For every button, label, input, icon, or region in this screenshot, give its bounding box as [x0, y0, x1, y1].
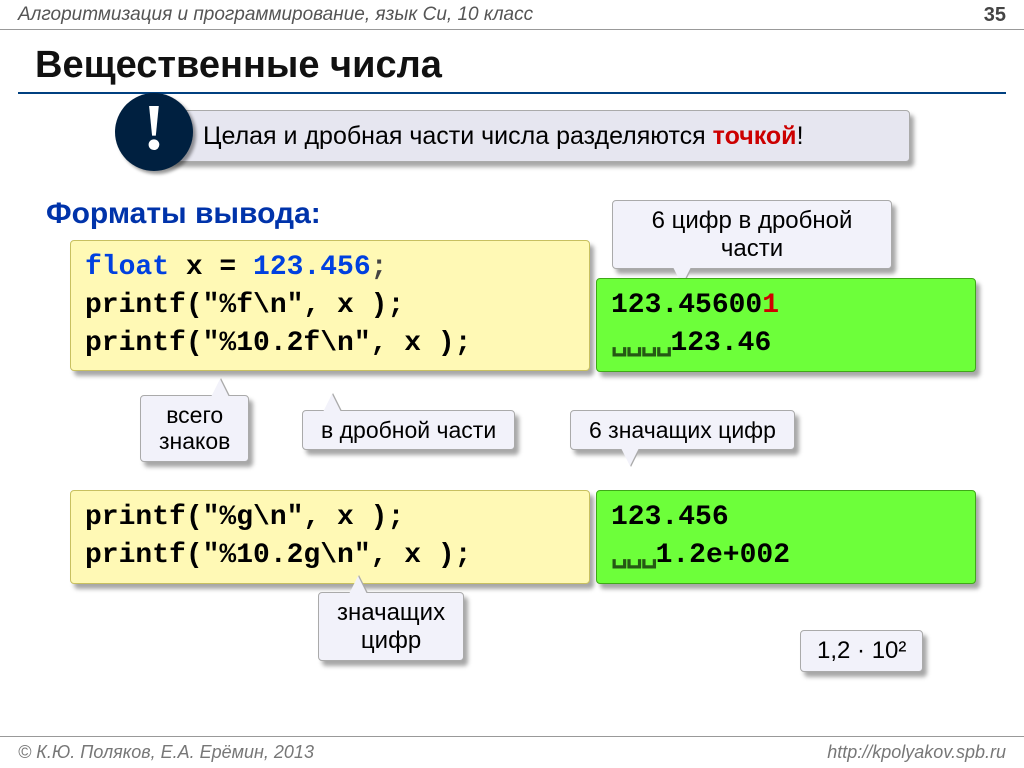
slide-title: Вещественные числа	[35, 44, 442, 87]
bubble-bottom-text: значащих цифр	[337, 599, 445, 654]
footer-left: © К.Ю. Поляков, Е.А. Ерёмин, 2013	[18, 742, 314, 763]
page-number: 35	[984, 4, 1006, 27]
code1-line3: printf("%10.2f\n", x );	[85, 328, 471, 359]
out1-line1b: 1	[762, 290, 779, 321]
code2-line1: printf("%g\n", x );	[85, 502, 404, 533]
out2-line1: 123.456	[611, 499, 961, 537]
bubble-top-text: 6 цифр в дробной части	[631, 207, 873, 262]
bubble-tail-icon	[349, 576, 367, 594]
sci-notation-text: 1,2 · 10²	[817, 637, 906, 664]
bubble-mid-3-text: 6 значащих цифр	[589, 417, 776, 443]
bubble-tail-icon	[211, 379, 229, 397]
bubble-mid-1: всего знаков	[140, 395, 249, 462]
note-callout: ! Целая и дробная части числа разделяютс…	[140, 110, 910, 162]
title-rule	[18, 92, 1006, 94]
bubble-mid-2-text: в дробной части	[321, 417, 496, 443]
out2-pad: ␣␣␣	[611, 540, 656, 571]
code1-semi: ;	[371, 252, 388, 283]
code1-keyword: float	[85, 252, 169, 283]
out1-line1a: 123.45600	[611, 290, 762, 321]
note-text: Целая и дробная части числа разделяются	[203, 122, 713, 150]
slide-footer: © К.Ю. Поляков, Е.А. Ерёмин, 2013 http:/…	[0, 736, 1024, 768]
code1-decl: x =	[169, 252, 253, 283]
section-subhead: Форматы вывода:	[46, 197, 321, 231]
output-block-1: 123.456001 ␣␣␣␣123.46	[596, 278, 976, 372]
out1-pad: ␣␣␣␣	[611, 328, 670, 359]
output-block-2: 123.456 ␣␣␣1.2e+002	[596, 490, 976, 584]
footer-right: http://kpolyakov.spb.ru	[827, 742, 1006, 763]
bubble-bottom: значащих цифр	[318, 592, 464, 661]
bubble-mid-3: 6 значащих цифр	[570, 410, 795, 450]
out1-line2: 123.46	[670, 328, 771, 359]
note-accent: точкой	[713, 122, 797, 150]
slide-header: Алгоритмизация и программирование, язык …	[0, 0, 1024, 30]
code1-value: 123.456	[253, 252, 371, 283]
bubble-tail-icon	[323, 394, 341, 412]
out2-line2: 1.2e+002	[656, 540, 790, 571]
course-title: Алгоритмизация и программирование, язык …	[18, 4, 533, 26]
bubble-top: 6 цифр в дробной части	[612, 200, 892, 269]
bubble-mid-1-text: всего знаков	[159, 402, 230, 455]
sci-notation-box: 1,2 · 10²	[800, 630, 923, 672]
code-block-2: printf("%g\n", x ); printf("%10.2g\n", x…	[70, 490, 590, 584]
note-tail: !	[797, 122, 804, 150]
code-block-1: float x = 123.456; printf("%f\n", x ); p…	[70, 240, 590, 371]
code2-line2: printf("%10.2g\n", x );	[85, 540, 471, 571]
bubble-tail-icon	[621, 448, 639, 466]
code1-line2: printf("%f\n", x );	[85, 290, 404, 321]
exclamation-icon: !	[115, 93, 193, 171]
bubble-mid-2: в дробной части	[302, 410, 515, 450]
